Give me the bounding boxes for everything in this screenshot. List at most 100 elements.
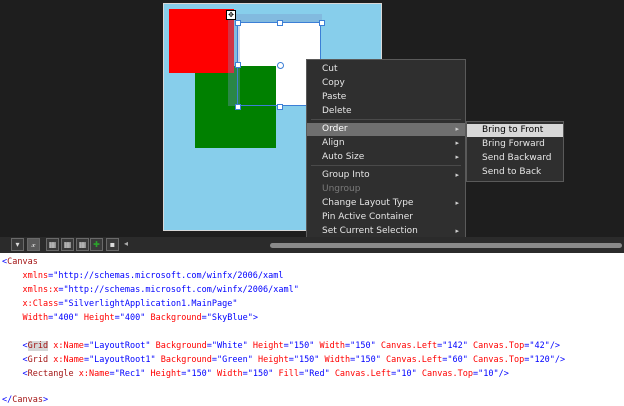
submenu-item-bring-to-front[interactable]: Bring to Front [467,124,563,137]
menu-item-delete[interactable]: Delete [307,105,465,118]
menu-item-label: Group Into [322,170,370,180]
resize-handle[interactable] [235,104,241,110]
xaml-code-editor[interactable]: <Canvas xmlns="http://schemas.microsoft.… [0,253,624,406]
code-token: "400" [119,313,146,323]
rectangle-rec1-red[interactable] [169,9,234,73]
menu-item-label: Paste [322,92,347,102]
menu-item-label: Change Layout Type [322,198,414,208]
code-token: Canvas.Top [473,341,525,351]
menu-item-label: Order [322,124,348,134]
code-token: "http://schemas.microsoft.com/winfx/2006… [63,285,299,295]
menu-item-label: Align [322,138,345,148]
code-token: Grid [27,341,49,351]
code-line[interactable]: xmlns="http://schemas.microsoft.com/winf… [2,270,284,282]
code-token: Canvas.Top [473,355,525,365]
code-token: "http://schemas.microsoft.com/winfx/2006… [53,271,284,281]
scroll-left-icon[interactable]: ◂ [124,239,128,248]
menu-item-label: Delete [322,106,352,116]
resize-handle[interactable] [277,104,283,110]
order-submenu: Bring to Front Bring Forward Send Backward… [466,121,564,182]
code-token: < [22,341,28,351]
menu-item-label: Auto Size [322,152,365,162]
menu-item-auto-size[interactable]: Auto Size ▸ [307,151,465,164]
menu-item-ungroup: Ungroup [307,183,465,196]
code-token: Canvas.Left [334,369,392,379]
code-token: "LayoutRoot1" [89,355,156,365]
resize-handle[interactable] [277,62,284,69]
code-line[interactable]: <Grid x:Name="LayoutRoot1" Background="G… [2,354,565,366]
code-line[interactable]: <Rectangle x:Name="Rec1" Height="150" Wi… [2,368,509,380]
code-token: Width [217,369,243,379]
code-token: "150" [186,369,212,379]
code-token: "10" [478,369,499,379]
xaml-icon[interactable]: 𝓍 [27,238,40,251]
resize-handle[interactable] [319,20,325,26]
menu-item-label: Cut [322,64,338,74]
code-line[interactable]: Width="400" Height="400" Background="Sky… [2,312,258,324]
code-token: Canvas.Left [380,341,438,351]
code-line[interactable]: <Canvas [2,256,38,268]
code-token: "150" [293,355,320,365]
menu-item-cut[interactable]: Cut [307,63,465,76]
menu-item-pin-active-container[interactable]: Pin Active Container [307,211,465,224]
move-icon[interactable]: ✥ [226,10,236,20]
code-token: /> [498,369,509,379]
code-token: xmlns [22,271,49,281]
menu-item-copy[interactable]: Copy [307,77,465,90]
code-token: Height [83,313,115,323]
move-icon[interactable]: ✚ [90,238,103,251]
menu-item-order[interactable]: Order ▸ [307,123,465,136]
design-surface[interactable]: ✥ Cut Copy Paste Delete Order ▸ Align ▸ Auto Siz… [0,0,624,288]
code-token: > [252,313,258,323]
menu-item-label: Pin Active Container [322,212,413,222]
resize-handle[interactable] [277,20,283,26]
menu-separator [311,119,461,120]
code-token: Height [150,369,182,379]
submenu-item-bring-forward[interactable]: Bring Forward [467,138,563,151]
menu-item-align[interactable]: Align ▸ [307,137,465,150]
grid-icon[interactable]: ▦ [46,238,59,251]
code-token: "SkyBlue" [206,313,253,323]
resize-handle[interactable] [235,20,241,26]
menu-item-label: Ungroup [322,184,361,194]
code-token: x:Name [53,341,84,351]
submenu-item-send-backward[interactable]: Send Backward [467,152,563,165]
code-token: x:Name [53,355,84,365]
code-line[interactable]: xmlns:x="http://schemas.microsoft.com/wi… [2,284,299,296]
submenu-arrow-icon: ▸ [455,139,459,147]
menu-item-paste[interactable]: Paste [307,91,465,104]
menu-item-group-into[interactable]: Group Into ▸ [307,169,465,182]
code-line[interactable]: </Canvas> [2,394,48,406]
code-token: Background [160,355,212,365]
resize-handle[interactable] [235,62,241,68]
code-line[interactable]: x:Class="SilverlightApplication1.MainPag… [2,298,237,310]
code-token: Width [324,355,351,365]
grid-icon[interactable]: ▦ [61,238,74,251]
code-token: "Red" [304,369,330,379]
code-token: "Green" [217,355,253,365]
code-token: "LayoutRoot" [89,341,151,351]
code-token: x:Name [78,369,110,379]
code-token: xmlns:x [22,285,59,295]
menu-item-change-layout-type[interactable]: Change Layout Type ▸ [307,197,465,210]
submenu-arrow-icon: ▸ [455,153,459,161]
submenu-arrow-icon: ▸ [455,171,459,179]
scrollbar-thumb[interactable] [270,243,622,248]
code-token: Height [252,341,284,351]
code-token: /> [549,341,561,351]
grid-icon[interactable]: ▦ [76,238,89,251]
code-token: Background [150,313,202,323]
code-line[interactable]: <Grid x:Name="LayoutRoot" Background="Wh… [2,340,560,352]
comment-icon[interactable]: ▪ [106,238,119,251]
submenu-arrow-icon: ▸ [455,125,459,133]
code-token: Width [22,313,49,323]
code-token: x:Class [22,299,59,309]
chevron-down-icon[interactable]: ▾ [11,238,24,251]
code-token: Width [319,341,346,351]
code-token: "150" [288,341,315,351]
submenu-item-send-to-back[interactable]: Send to Back [467,166,563,179]
